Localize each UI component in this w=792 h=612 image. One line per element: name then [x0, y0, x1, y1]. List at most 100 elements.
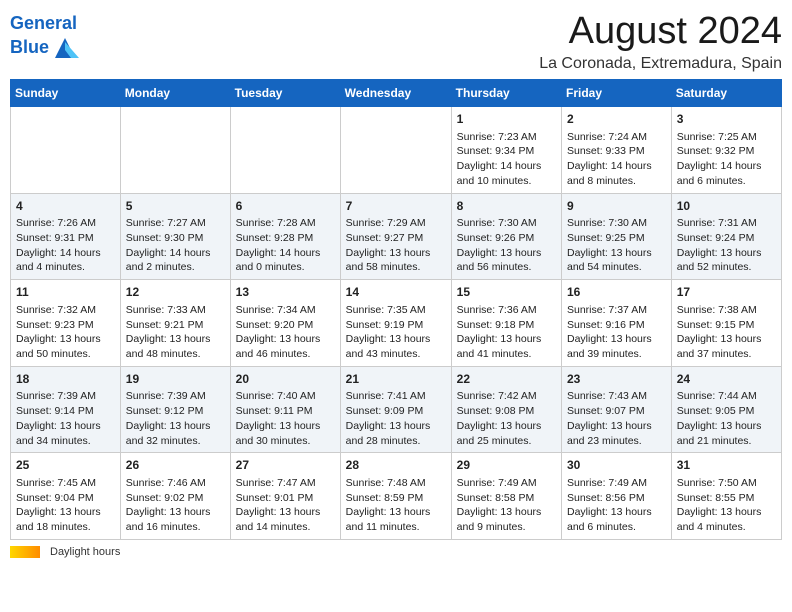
- day-info: Sunrise: 7:45 AMSunset: 9:04 PMDaylight:…: [16, 476, 115, 535]
- day-number: 2: [567, 111, 666, 128]
- calendar-cell: 11 Sunrise: 7:32 AMSunset: 9:23 PMDayligh…: [11, 280, 121, 367]
- calendar-cell: [11, 107, 121, 194]
- calendar-cell: 20Sunrise: 7:40 AMSunset: 9:11 PMDayligh…: [230, 366, 340, 453]
- day-info: Sunrise: 7:49 AMSunset: 8:56 PMDaylight:…: [567, 476, 666, 535]
- day-info: Sunrise: 7:33 AMSunset: 9:21 PMDaylight:…: [126, 303, 225, 362]
- day-info: Sunrise: 7:41 AMSunset: 9:09 PMDaylight:…: [346, 389, 446, 448]
- day-number: 27: [236, 457, 335, 474]
- calendar-cell: 17 Sunrise: 7:38 AMSunset: 9:15 PMDayligh…: [671, 280, 781, 367]
- calendar-week-row: 11 Sunrise: 7:32 AMSunset: 9:23 PMDayligh…: [11, 280, 782, 367]
- day-info: Sunrise: 7:47 AMSunset: 9:01 PMDaylight:…: [236, 476, 335, 535]
- day-number: 14: [346, 284, 446, 301]
- day-number: 23: [567, 371, 666, 388]
- logo-general: General: [10, 13, 77, 33]
- day-number: 25: [16, 457, 115, 474]
- day-info: Sunrise: 7:36 AMSunset: 9:18 PMDaylight:…: [457, 303, 556, 362]
- day-info: Sunrise: 7:28 AMSunset: 9:28 PMDaylight:…: [236, 216, 335, 275]
- title-area: August 2024 La Coronada, Extremadura, Sp…: [539, 10, 782, 73]
- calendar-cell: [120, 107, 230, 194]
- day-number: 17: [677, 284, 776, 301]
- location-subtitle: La Coronada, Extremadura, Spain: [539, 55, 782, 73]
- day-number: 30: [567, 457, 666, 474]
- day-number: 9: [567, 198, 666, 215]
- calendar-cell: 19Sunrise: 7:39 AMSunset: 9:12 PMDayligh…: [120, 366, 230, 453]
- calendar-cell: 9Sunrise: 7:30 AMSunset: 9:25 PMDaylight…: [562, 193, 672, 280]
- daylight-label: Daylight hours: [50, 546, 120, 558]
- month-year-title: August 2024: [539, 10, 782, 53]
- calendar-cell: [340, 107, 451, 194]
- day-number: 6: [236, 198, 335, 215]
- calendar-week-row: 4Sunrise: 7:26 AMSunset: 9:31 PMDaylight…: [11, 193, 782, 280]
- calendar-cell: 7Sunrise: 7:29 AMSunset: 9:27 PMDaylight…: [340, 193, 451, 280]
- day-number: 7: [346, 198, 446, 215]
- weekday-header-thursday: Thursday: [451, 80, 561, 107]
- header: General Blue August 2024 La Coronada, Ex…: [10, 10, 782, 73]
- weekday-header-tuesday: Tuesday: [230, 80, 340, 107]
- footer: Daylight hours: [10, 546, 782, 558]
- day-number: 11: [16, 284, 115, 301]
- day-number: 28: [346, 457, 446, 474]
- day-info: Sunrise: 7:44 AMSunset: 9:05 PMDaylight:…: [677, 389, 776, 448]
- calendar-cell: 3Sunrise: 7:25 AMSunset: 9:32 PMDaylight…: [671, 107, 781, 194]
- logo-blue: Blue: [10, 37, 49, 57]
- day-number: 16: [567, 284, 666, 301]
- day-info: Sunrise: 7:38 AMSunset: 9:15 PMDaylight:…: [677, 303, 776, 362]
- calendar-cell: 28 Sunrise: 7:48 AMSunset: 8:59 PMDayligh…: [340, 453, 451, 540]
- logo-icon: [51, 34, 79, 62]
- day-info: Sunrise: 7:50 AMSunset: 8:55 PMDaylight:…: [677, 476, 776, 535]
- calendar-cell: 12 Sunrise: 7:33 AMSunset: 9:21 PMDayligh…: [120, 280, 230, 367]
- day-number: 5: [126, 198, 225, 215]
- day-number: 4: [16, 198, 115, 215]
- daylight-bar-icon: [10, 546, 40, 558]
- day-info: Sunrise: 7:24 AMSunset: 9:33 PMDaylight:…: [567, 130, 666, 189]
- calendar-cell: 2 Sunrise: 7:24 AMSunset: 9:33 PMDaylight…: [562, 107, 672, 194]
- day-number: 22: [457, 371, 556, 388]
- day-number: 8: [457, 198, 556, 215]
- calendar-cell: 27 Sunrise: 7:47 AMSunset: 9:01 PMDayligh…: [230, 453, 340, 540]
- calendar-cell: 6Sunrise: 7:28 AMSunset: 9:28 PMDaylight…: [230, 193, 340, 280]
- calendar-cell: 21Sunrise: 7:41 AMSunset: 9:09 PMDayligh…: [340, 366, 451, 453]
- calendar-cell: 14 Sunrise: 7:35 AMSunset: 9:19 PMDayligh…: [340, 280, 451, 367]
- day-info: Sunrise: 7:34 AMSunset: 9:20 PMDaylight:…: [236, 303, 335, 362]
- weekday-header-saturday: Saturday: [671, 80, 781, 107]
- day-info: Sunrise: 7:26 AMSunset: 9:31 PMDaylight:…: [16, 216, 115, 275]
- day-info: Sunrise: 7:46 AMSunset: 9:02 PMDaylight:…: [126, 476, 225, 535]
- calendar-cell: 13 Sunrise: 7:34 AMSunset: 9:20 PMDayligh…: [230, 280, 340, 367]
- calendar-cell: 15Sunrise: 7:36 AMSunset: 9:18 PMDayligh…: [451, 280, 561, 367]
- calendar-cell: 16Sunrise: 7:37 AMSunset: 9:16 PMDayligh…: [562, 280, 672, 367]
- day-info: Sunrise: 7:49 AMSunset: 8:58 PMDaylight:…: [457, 476, 556, 535]
- day-info: Sunrise: 7:32 AMSunset: 9:23 PMDaylight:…: [16, 303, 115, 362]
- calendar-cell: 18Sunrise: 7:39 AMSunset: 9:14 PMDayligh…: [11, 366, 121, 453]
- calendar-cell: 8Sunrise: 7:30 AMSunset: 9:26 PMDaylight…: [451, 193, 561, 280]
- day-info: Sunrise: 7:39 AMSunset: 9:12 PMDaylight:…: [126, 389, 225, 448]
- calendar-cell: 24Sunrise: 7:44 AMSunset: 9:05 PMDayligh…: [671, 366, 781, 453]
- day-info: Sunrise: 7:25 AMSunset: 9:32 PMDaylight:…: [677, 130, 776, 189]
- calendar-cell: 26Sunrise: 7:46 AMSunset: 9:02 PMDayligh…: [120, 453, 230, 540]
- day-info: Sunrise: 7:42 AMSunset: 9:08 PMDaylight:…: [457, 389, 556, 448]
- calendar-cell: 25 Sunrise: 7:45 AMSunset: 9:04 PMDayligh…: [11, 453, 121, 540]
- day-number: 29: [457, 457, 556, 474]
- calendar-cell: 22Sunrise: 7:42 AMSunset: 9:08 PMDayligh…: [451, 366, 561, 453]
- calendar-cell: 10Sunrise: 7:31 AMSunset: 9:24 PMDayligh…: [671, 193, 781, 280]
- calendar-table: SundayMondayTuesdayWednesdayThursdayFrid…: [10, 79, 782, 540]
- day-number: 20: [236, 371, 335, 388]
- day-info: Sunrise: 7:23 AMSunset: 9:34 PMDaylight:…: [457, 130, 556, 189]
- calendar-cell: 23Sunrise: 7:43 AMSunset: 9:07 PMDayligh…: [562, 366, 672, 453]
- day-number: 12: [126, 284, 225, 301]
- calendar-cell: [230, 107, 340, 194]
- calendar-week-row: 1Sunrise: 7:23 AMSunset: 9:34 PMDaylight…: [11, 107, 782, 194]
- calendar-cell: 31Sunrise: 7:50 AMSunset: 8:55 PMDayligh…: [671, 453, 781, 540]
- day-info: Sunrise: 7:35 AMSunset: 9:19 PMDaylight:…: [346, 303, 446, 362]
- weekday-header-friday: Friday: [562, 80, 672, 107]
- day-number: 13: [236, 284, 335, 301]
- day-number: 18: [16, 371, 115, 388]
- weekday-header-monday: Monday: [120, 80, 230, 107]
- day-info: Sunrise: 7:48 AMSunset: 8:59 PMDaylight:…: [346, 476, 446, 535]
- day-number: 19: [126, 371, 225, 388]
- calendar-week-row: 25 Sunrise: 7:45 AMSunset: 9:04 PMDayligh…: [11, 453, 782, 540]
- weekday-header-wednesday: Wednesday: [340, 80, 451, 107]
- logo: General Blue: [10, 14, 79, 62]
- day-info: Sunrise: 7:30 AMSunset: 9:25 PMDaylight:…: [567, 216, 666, 275]
- day-info: Sunrise: 7:30 AMSunset: 9:26 PMDaylight:…: [457, 216, 556, 275]
- day-info: Sunrise: 7:31 AMSunset: 9:24 PMDaylight:…: [677, 216, 776, 275]
